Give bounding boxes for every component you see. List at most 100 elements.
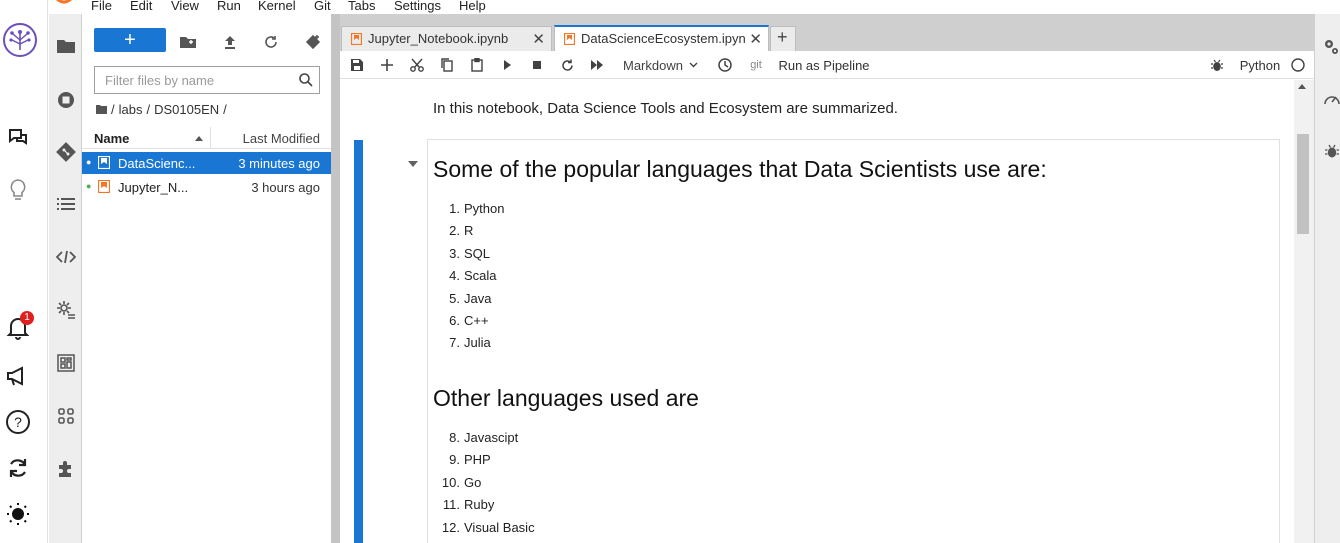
help-icon[interactable]: ? [4,408,32,436]
list-item-number: 7. [449,335,460,351]
activity-bar [49,0,82,543]
breadcrumb: / labs / DS0105EN / [96,102,227,117]
menu-help[interactable]: Help [459,0,486,13]
breadcrumb-folder-icon[interactable] [96,105,107,114]
add-tab-icon: + [777,27,788,47]
close-tab-icon[interactable]: ✕ [749,30,762,48]
menu-tabs[interactable]: Tabs [348,0,375,13]
extension-icon[interactable] [49,453,82,485]
git-icon[interactable] [49,136,82,168]
jupyter-logo-icon [55,0,73,8]
tab-label: Jupyter_Notebook.ipynb [368,31,509,46]
close-tab-icon[interactable]: ✕ [532,30,545,48]
debugger-panel-icon[interactable] [1325,144,1339,159]
debugger-icon[interactable] [1206,51,1228,79]
lightbulb-icon[interactable] [4,176,32,204]
menu-run[interactable]: Run [217,0,241,13]
file-modified: 3 hours ago [251,180,320,195]
filter-box [94,66,320,94]
scrollbar-thumb[interactable] [1297,134,1309,234]
new-folder-icon[interactable] [175,31,201,53]
markdown-cell[interactable]: Some of the popular languages that Data … [427,139,1280,543]
notebook-file-icon [98,156,110,169]
clock-icon[interactable] [714,51,736,79]
breadcrumb-labs[interactable]: labs [119,102,143,117]
property-inspector-icon[interactable] [49,294,82,326]
megaphone-icon[interactable] [4,362,32,390]
list-item-text: Java [464,290,492,306]
paste-icon[interactable] [466,51,488,79]
menu-file[interactable]: File [91,0,112,13]
chat-icon[interactable] [4,124,32,152]
sync-icon[interactable] [4,454,32,482]
git-clone-icon[interactable] [300,31,326,53]
column-name-header[interactable]: Name [94,131,129,146]
gauge-icon[interactable] [1323,91,1340,107]
list-item-text: SQL [464,245,491,261]
dashboard-icon[interactable] [49,347,82,379]
plus-icon: + [124,29,136,51]
interrupt-kernel-icon[interactable] [526,51,548,79]
menu-kernel[interactable]: Kernel [258,0,296,13]
cell-type-value: Markdown [623,57,683,73]
refresh-icon[interactable] [258,31,284,53]
running-icon[interactable] [49,84,82,116]
list-item: 1. Python [428,201,504,216]
list-item-text: Python [464,201,505,216]
restart-kernel-icon[interactable] [556,51,578,79]
notebook-tab-icon [351,33,362,45]
save-icon[interactable] [346,51,368,79]
file-browser: + / labs / DS0105EN / Name Last Modified… [82,14,331,543]
insert-cell-icon[interactable] [376,51,398,79]
breadcrumb-separator: / [223,102,227,117]
tab-datascience-ecosystem[interactable]: DataScienceEcosystem.ipyn ✕ [554,25,769,51]
list-item-number: 1. [449,201,460,216]
upload-icon[interactable] [217,31,243,53]
list-item: 7. Julia [428,335,491,350]
scroll-up-arrow-icon[interactable] [1298,84,1306,89]
list-item: 5. Java [428,291,491,306]
cell-type-dropdown[interactable]: Markdown [618,51,706,79]
list-item-number: 3. [449,245,460,261]
cut-icon[interactable] [406,51,428,79]
panel-splitter[interactable] [331,14,340,543]
list-item-text: Visual Basic [464,519,535,535]
list-item-number: 4. [449,268,460,284]
brightness-icon[interactable] [4,500,32,528]
notebook-file-icon [98,180,110,193]
copy-icon[interactable] [436,51,458,79]
tab-jupyter-notebook[interactable]: Jupyter_Notebook.ipynb ✕ [341,26,552,51]
restart-run-all-icon[interactable] [586,51,608,79]
toc-icon[interactable] [49,188,82,220]
folder-icon[interactable] [49,30,82,62]
menu-git[interactable]: Git [314,0,331,13]
new-launcher-button[interactable]: + [94,28,166,52]
file-item-jupyter[interactable]: ● Jupyter_N... 3 hours ago [82,176,331,198]
breadcrumb-ds0105en[interactable]: DS0105EN [154,102,219,117]
collapse-caret-icon[interactable] [408,161,418,167]
run-cell-icon[interactable] [496,51,518,79]
list-item-text: C++ [464,313,489,328]
list-item-text: Scala [464,268,497,284]
menu-edit[interactable]: Edit [130,0,152,13]
run-as-pipeline-button[interactable]: Run as Pipeline [774,51,874,79]
active-cell-indicator[interactable] [354,140,363,543]
column-divider [210,127,211,149]
kernel-status-icon [1288,51,1308,79]
menu-view[interactable]: View [171,0,199,13]
kernel-name[interactable]: Python [1236,51,1284,79]
list-item-number: 8. [449,430,460,445]
git-diff-label[interactable]: git [744,51,768,79]
column-modified-header[interactable]: Last Modified [243,131,320,146]
running-dot-icon: ● [86,157,92,167]
property-inspector-right-icon[interactable] [1323,38,1339,56]
filter-files-input[interactable] [95,67,291,93]
vertical-scrollbar[interactable] [1294,80,1314,543]
sort-caret-icon [195,136,203,141]
add-tab-button[interactable]: + [770,26,796,51]
file-item-datascience[interactable]: ● DataScienc... 3 minutes ago [82,152,331,174]
menu-settings[interactable]: Settings [394,0,441,13]
code-snippet-icon[interactable] [49,241,82,273]
widgets-icon[interactable] [49,400,82,432]
skills-network-logo-icon[interactable] [2,22,38,58]
